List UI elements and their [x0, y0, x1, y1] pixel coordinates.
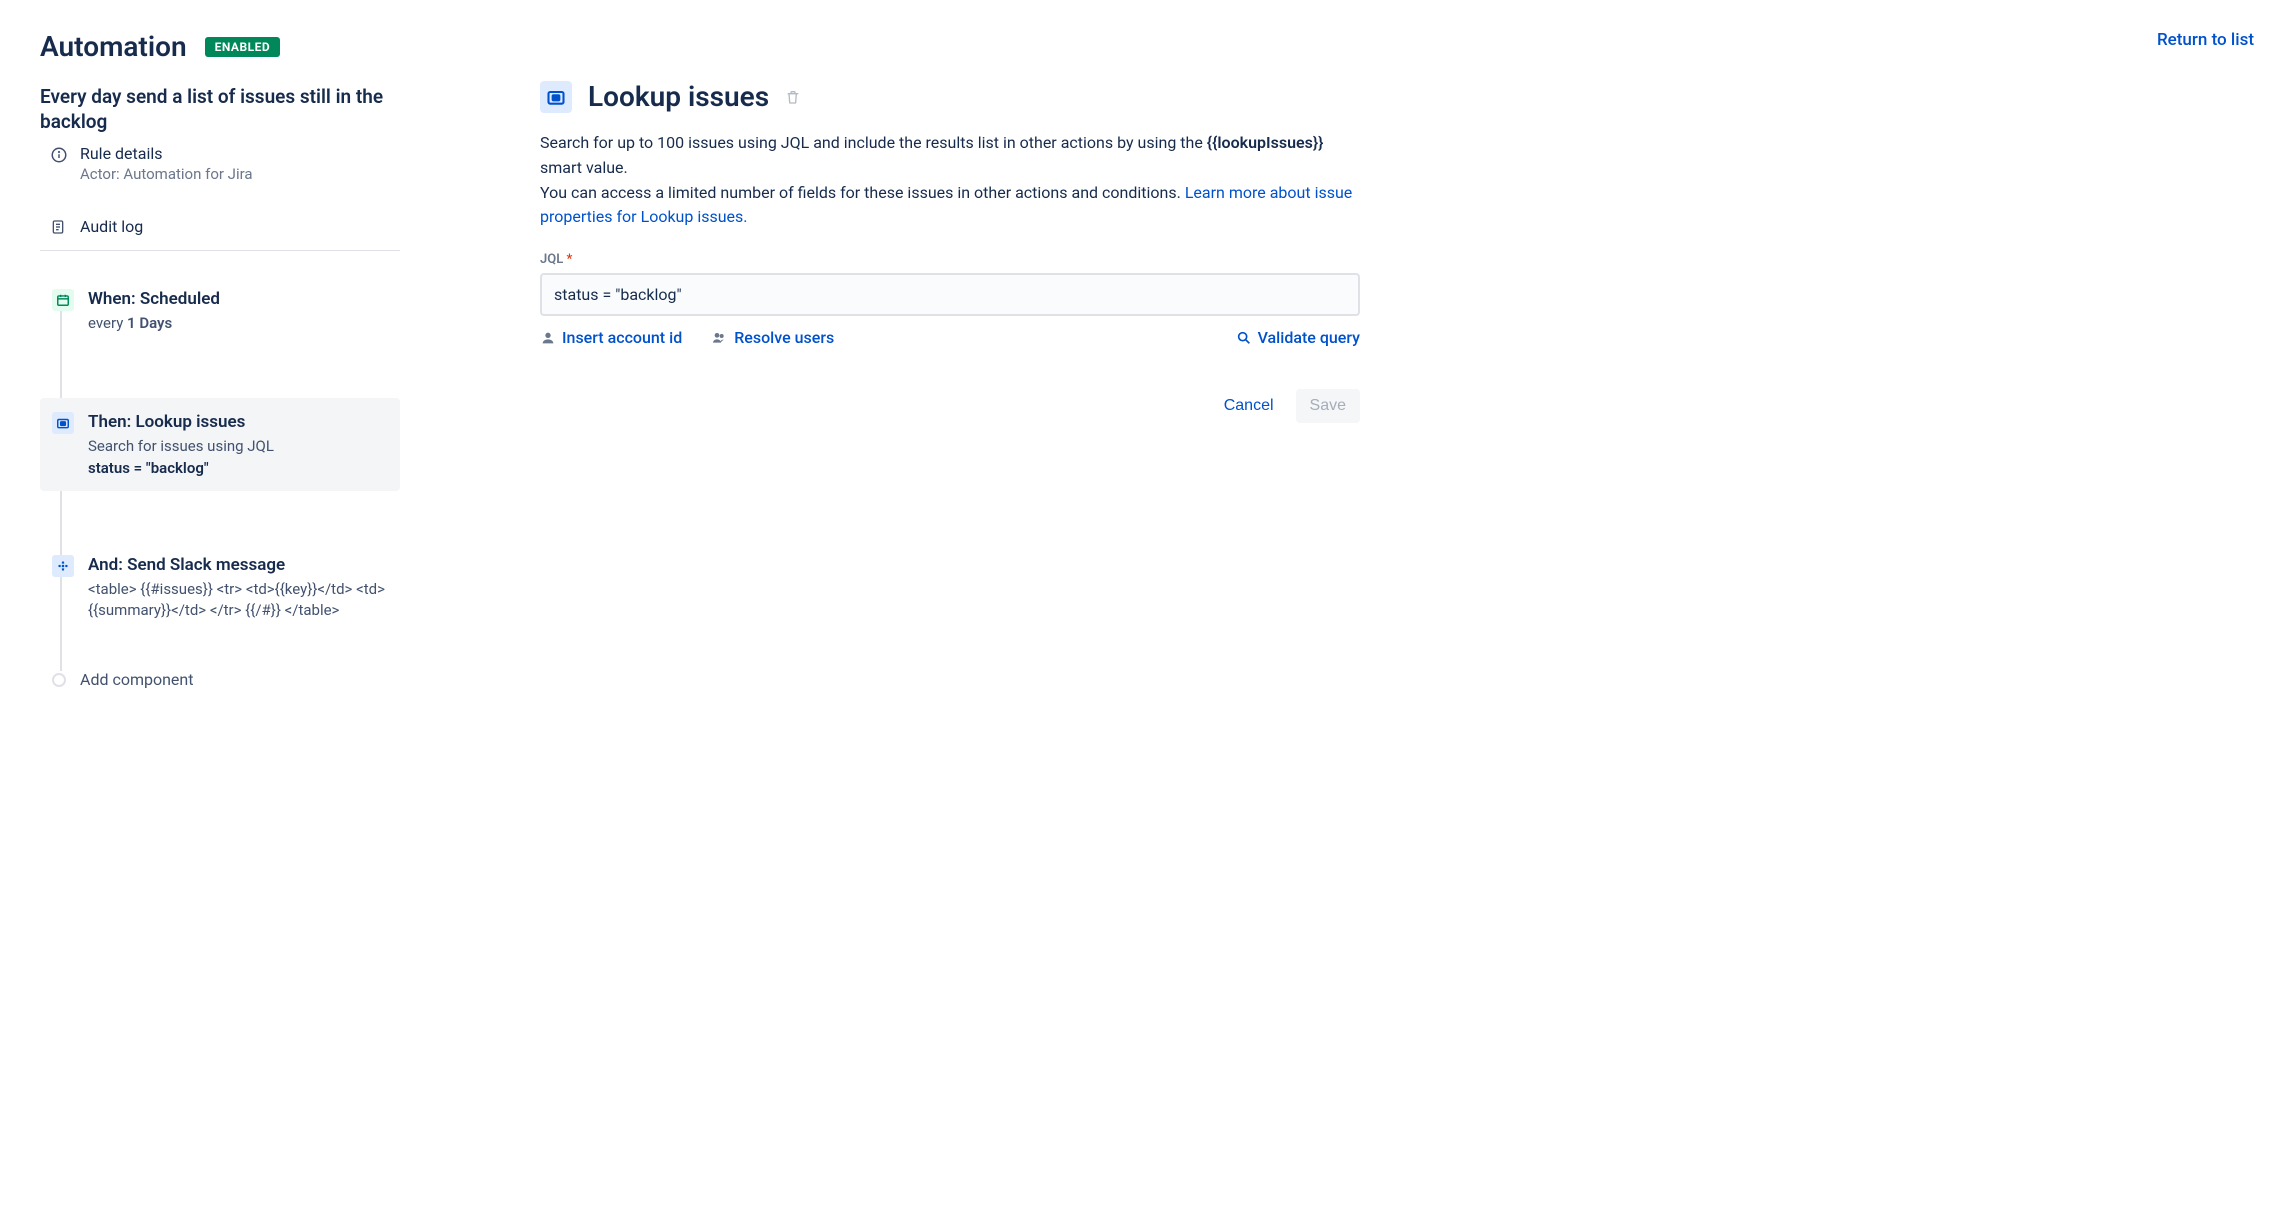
panel-title: Lookup issues	[588, 80, 769, 113]
lookup-panel-icon	[540, 81, 572, 113]
jql-field-label: JQL *	[540, 252, 1360, 267]
resolve-users-button[interactable]: Resolve users	[710, 328, 834, 347]
add-marker-circle	[52, 673, 66, 687]
jql-input[interactable]	[540, 273, 1360, 316]
insert-account-id-button[interactable]: Insert account id	[540, 328, 682, 347]
flow-lookup-desc: Search for issues using JQL	[88, 436, 388, 457]
cancel-button[interactable]: Cancel	[1210, 389, 1288, 423]
save-button: Save	[1296, 389, 1360, 423]
flow-slack-desc: <table> {{#issues}} <tr> <td>{{key}}</td…	[88, 579, 388, 621]
person-icon	[540, 330, 556, 346]
slack-icon	[52, 555, 74, 577]
rule-sidebar: Automation ENABLED Every day send a list…	[40, 30, 400, 689]
lookup-icon	[52, 412, 74, 434]
people-icon	[710, 330, 728, 346]
flow-action-slack[interactable]: And: Send Slack message <table> {{#issue…	[40, 541, 400, 635]
rule-actor-label: Actor: Automation for Jira	[80, 165, 253, 183]
add-component-button[interactable]: Add component	[40, 670, 400, 689]
rule-name: Every day send a list of issues still in…	[40, 85, 400, 134]
calendar-icon	[52, 289, 74, 311]
panel-description: Search for up to 100 issues using JQL an…	[540, 131, 1360, 230]
audit-log-label: Audit log	[80, 217, 143, 236]
flow-trigger-desc: every 1 Days	[88, 313, 388, 334]
rule-details-row[interactable]: Rule details Actor: Automation for Jira	[40, 144, 400, 183]
rule-details-label: Rule details	[80, 144, 253, 163]
add-component-label: Add component	[80, 670, 193, 689]
return-to-list-link[interactable]: Return to list	[2157, 30, 2254, 50]
flow-trigger-scheduled[interactable]: When: Scheduled every 1 Days	[40, 275, 400, 348]
audit-log-row[interactable]: Audit log	[40, 205, 400, 251]
flow-action-lookup-issues[interactable]: Then: Lookup issues Search for issues us…	[40, 398, 400, 491]
flow-lookup-title: Then: Lookup issues	[88, 412, 388, 432]
search-icon	[1236, 330, 1252, 346]
action-config-panel: Lookup issues Search for up to 100 issue…	[540, 30, 1360, 689]
flow-lookup-code: status = "backlog"	[88, 459, 388, 477]
page-title: Automation	[40, 30, 187, 63]
document-icon	[50, 218, 66, 236]
info-icon	[50, 146, 68, 164]
flow-trigger-title: When: Scheduled	[88, 289, 388, 309]
status-badge: ENABLED	[205, 37, 281, 57]
validate-query-button[interactable]: Validate query	[1236, 328, 1360, 347]
flow-slack-title: And: Send Slack message	[88, 555, 388, 575]
rule-flow: When: Scheduled every 1 Days Then: Looku…	[40, 275, 400, 689]
trash-icon[interactable]	[785, 89, 801, 105]
